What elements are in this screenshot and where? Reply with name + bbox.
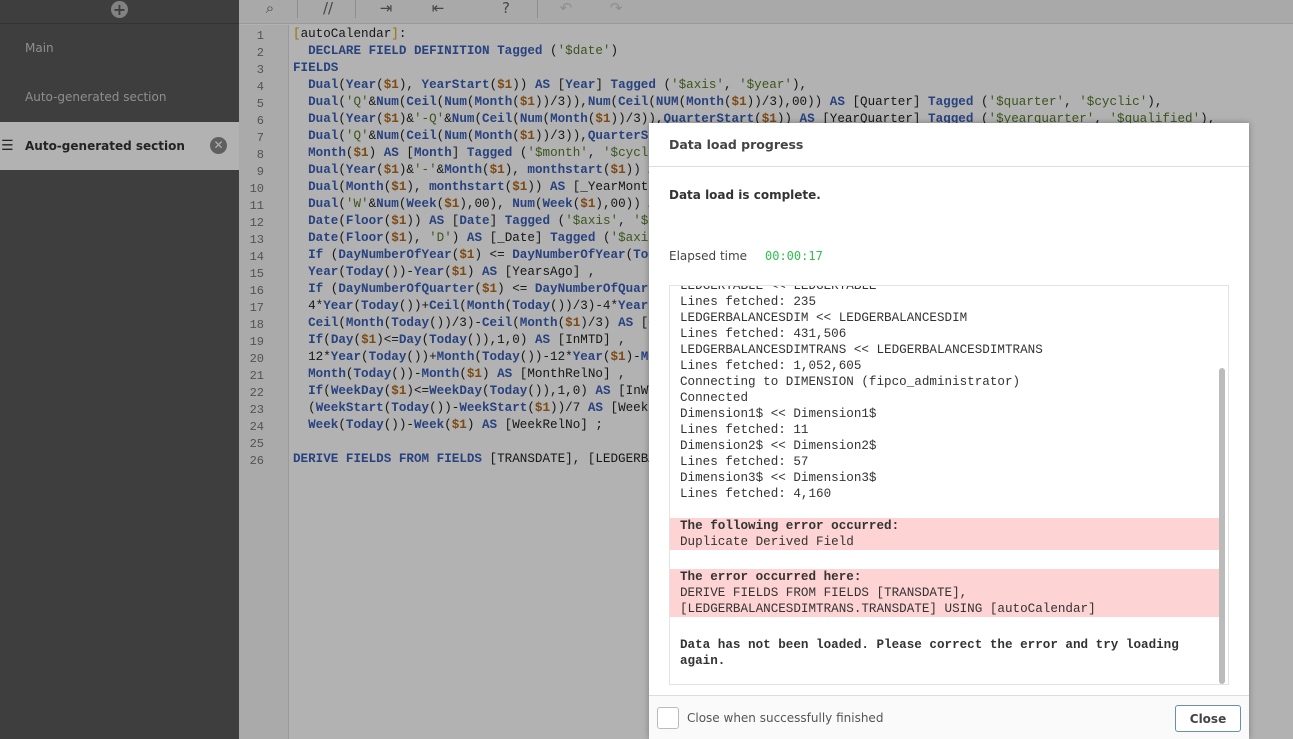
elapsed-time-label: Elapsed time — [669, 249, 748, 263]
load-log[interactable]: LEDGERTABLE << LEDGERTABLE Lines fetched:… — [669, 285, 1229, 685]
log-line: Lines fetched: 235 — [680, 295, 817, 309]
log-line: LEDGERTABLE << LEDGERTABLE — [680, 285, 877, 293]
error-title: The following error occurred: — [680, 519, 900, 533]
log-line: LEDGERBALANCESDIM << LEDGERBALANCESDIM — [680, 311, 968, 325]
load-status: Data load is complete. — [669, 188, 821, 202]
elapsed-time-value: 00:00:17 — [765, 249, 823, 263]
log-line: Dimension2$ << Dimension2$ — [680, 439, 877, 453]
log-line: Dimension1$ << Dimension1$ — [680, 407, 877, 421]
log-line: Lines fetched: 11 — [680, 423, 809, 437]
error-location-title: The error occurred here: — [680, 570, 862, 584]
error-location-line: [LEDGERBALANCESDIMTRANS.TRANSDATE] USING… — [680, 602, 1096, 616]
checkbox-label: Close when successfully finished — [687, 711, 884, 725]
dialog-footer: Close when successfully finished Close — [649, 695, 1249, 739]
log-line: Dimension3$ << Dimension3$ — [680, 471, 877, 485]
dialog-title: Data load progress — [649, 123, 1249, 167]
log-line: Connected — [680, 391, 749, 405]
close-button[interactable]: Close — [1175, 705, 1241, 732]
log-line: LEDGERBALANCESDIMTRANS << LEDGERBALANCES… — [680, 343, 1043, 357]
log-line: Lines fetched: 4,160 — [680, 487, 832, 501]
data-load-progress-dialog: Data load progress Data load is complete… — [649, 123, 1249, 739]
log-scrollbar[interactable] — [1219, 368, 1225, 684]
log-line: Lines fetched: 431,506 — [680, 327, 847, 341]
log-line: Lines fetched: 1,052,605 — [680, 359, 862, 373]
final-message: Data has not been loaded. Please correct… — [680, 638, 1179, 652]
error-location-line: DERIVE FIELDS FROM FIELDS [TRANSDATE], — [680, 586, 968, 600]
error-message: Duplicate Derived Field — [680, 535, 854, 549]
close-when-finished-checkbox[interactable] — [657, 707, 679, 729]
log-line: Connecting to DIMENSION (fipco_administr… — [680, 375, 1021, 389]
final-message: again. — [680, 654, 726, 668]
log-line: Lines fetched: 57 — [680, 455, 809, 469]
